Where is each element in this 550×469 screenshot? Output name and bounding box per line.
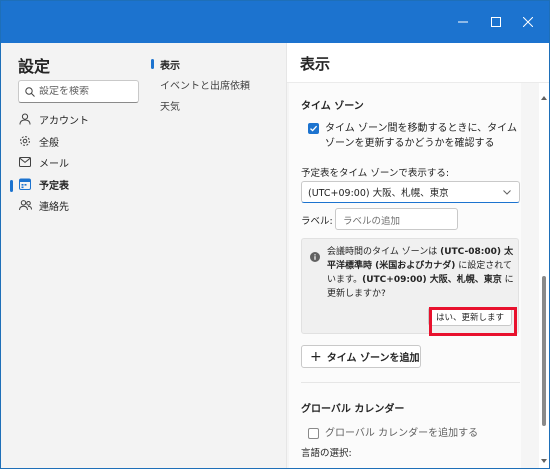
display-timezone-label: 予定表をタイム ゾーンで表示する: [301, 168, 450, 179]
nav-item-label: 全般 [39, 137, 59, 149]
checkmark-icon [310, 125, 318, 132]
nav-item-label: メール [39, 158, 69, 170]
gear-icon [18, 134, 32, 148]
people-icon [18, 198, 32, 212]
yes-update-button[interactable]: はい、更新します [427, 307, 512, 326]
nav-item-general[interactable]: 全般 [18, 131, 59, 151]
nav-item-label: アカウント [39, 115, 89, 127]
timezone-update-message: 会議時間のタイム ゾーンは (UTC-08:00) 太平洋標準時 (米国およびカ… [301, 238, 519, 334]
plus-icon: + [310, 348, 322, 365]
confirm-timezone-label: タイム ゾーン間を移動するときに、タイム ゾーンを更新するかどうかを確認する [325, 121, 517, 151]
person-icon [18, 112, 32, 126]
global-calendar-heading: グローバル カレンダー [301, 404, 405, 415]
nav-item-label: 連絡先 [39, 201, 69, 213]
settings-search-input[interactable] [39, 86, 134, 97]
settings-search-box[interactable] [18, 80, 139, 103]
nav-item-calendar[interactable]: 予定表 [18, 174, 69, 194]
minimize-icon[interactable] [451, 11, 475, 33]
vertical-scrollbar[interactable] [540, 83, 548, 468]
close-icon[interactable] [516, 11, 540, 33]
info-icon [310, 247, 320, 266]
scroll-down-arrow-icon[interactable] [541, 449, 547, 468]
scroll-up-arrow-icon[interactable] [541, 85, 547, 104]
add-timezone-button[interactable]: + タイム ゾーンを追加 [301, 345, 421, 368]
maximize-icon[interactable] [484, 11, 508, 33]
settings-title: 設定 [18, 57, 51, 76]
scrollbar-thumb[interactable] [542, 276, 546, 426]
nav-item-label: 予定表 [39, 180, 69, 192]
scroll-content: タイム ゾーン タイム ゾーン間を移動するときに、タイム ゾーンを更新するかどう… [287, 83, 539, 468]
confirm-timezone-checkbox[interactable] [308, 123, 319, 134]
nav-item-account[interactable]: アカウント [18, 109, 89, 129]
mail-icon [18, 155, 32, 169]
timezone-heading: タイム ゾーン [301, 101, 364, 112]
confirm-timezone-line: タイム ゾーン間を移動するときに、タイム [325, 123, 517, 134]
add-timezone-label: タイム ゾーンを追加 [326, 353, 420, 364]
settings-card: タイム ゾーン タイム ゾーン間を移動するときに、タイム ゾーンを更新するかどう… [289, 83, 521, 468]
label-input[interactable] [343, 216, 453, 227]
language-label: 言語の選択: [301, 448, 352, 459]
label-field-label: ラベル: [301, 216, 333, 227]
settings-window: 設定 アカウント 全般 メール [0, 0, 550, 469]
search-icon [25, 82, 35, 101]
subnav-item-events[interactable]: イベントと出席依頼 [160, 76, 250, 92]
info-message-text: 会議時間のタイム ゾーンは (UTC-08:00) 太平洋標準時 (米国およびカ… [327, 245, 515, 301]
label-field[interactable] [335, 208, 458, 230]
settings-navigation: 設定 アカウント 全般 メール [1, 43, 286, 468]
nav-item-contacts[interactable]: 連絡先 [18, 195, 69, 215]
subnav-item-weather[interactable]: 天気 [160, 97, 180, 113]
info-text-bold: (UTC+09:00) 大阪、札幌、東京 [362, 275, 502, 285]
global-calendar-checkbox[interactable] [308, 428, 319, 439]
selected-indicator [10, 180, 13, 192]
settings-content-pane: 表示 タイム ゾーン タイム ゾーン間を移動するときに、タイム ゾーンを更新する… [286, 43, 549, 468]
subnav-item-display[interactable]: 表示 [160, 56, 180, 72]
subnav-selected-indicator [151, 59, 154, 69]
global-calendar-label: グローバル カレンダーを追加する [325, 428, 479, 439]
info-text-part: 会議時間のタイム ゾーンは [327, 247, 441, 257]
timezone-select[interactable]: (UTC+09:00) 大阪、札幌、東京 [301, 181, 520, 203]
nav-item-mail[interactable]: メール [18, 152, 69, 172]
divider [301, 382, 520, 383]
calendar-icon [18, 177, 32, 191]
confirm-timezone-line: ゾーンを更新するかどうかを確認する [325, 138, 495, 149]
timezone-select-value: (UTC+09:00) 大阪、札幌、東京 [308, 188, 449, 199]
chevron-down-icon [502, 187, 512, 200]
page-title: 表示 [300, 55, 331, 73]
title-bar [1, 1, 549, 43]
